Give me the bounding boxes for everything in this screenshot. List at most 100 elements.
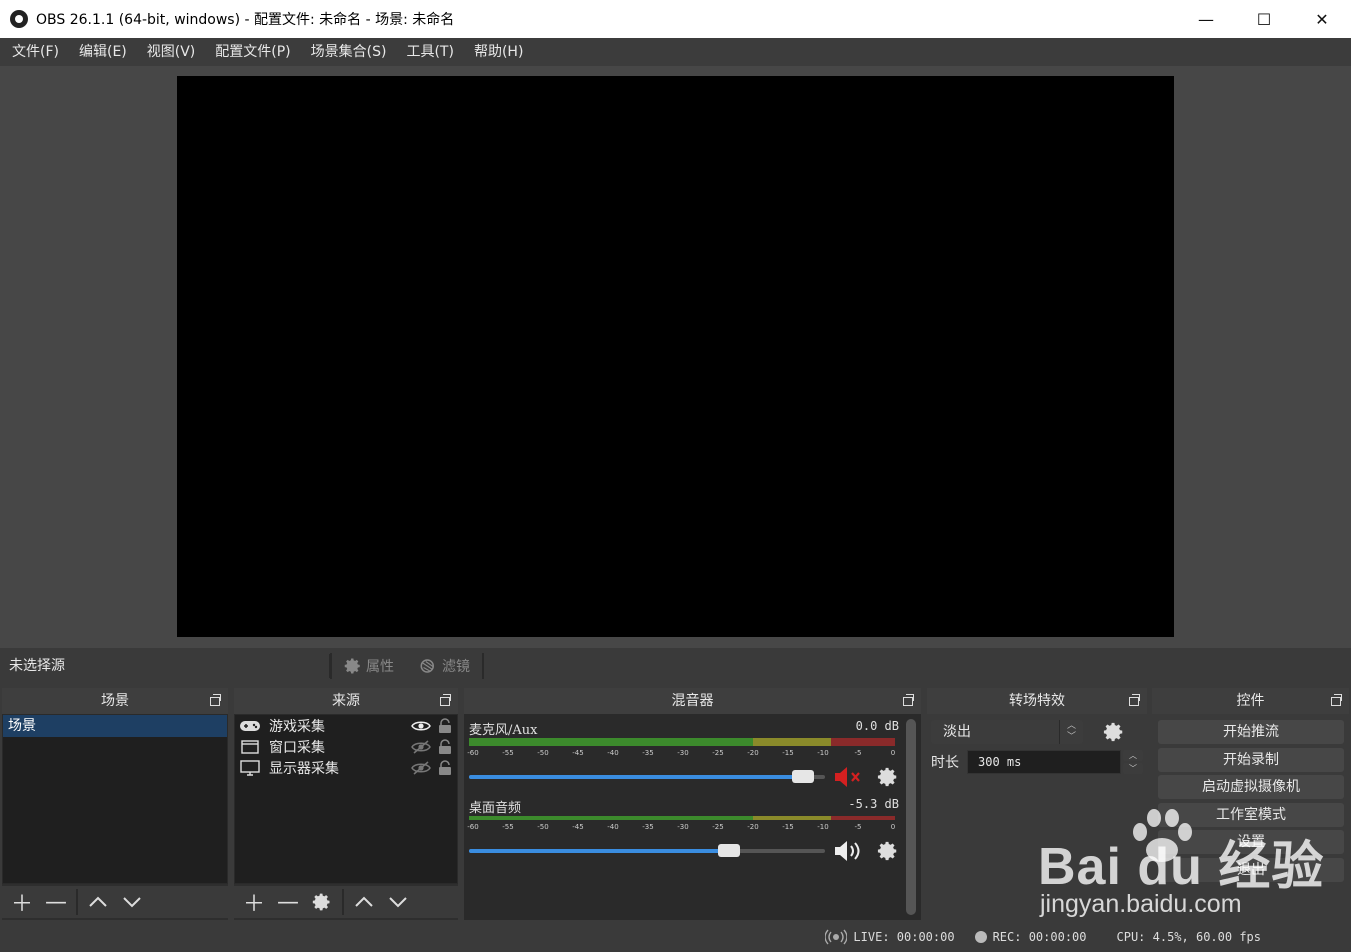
move-scene-up-button[interactable]: [84, 888, 112, 916]
maximize-button[interactable]: ☐: [1235, 0, 1293, 38]
gear-icon[interactable]: [1103, 721, 1125, 743]
preview-canvas[interactable]: [177, 76, 1174, 637]
meter-tick-label: -40: [607, 823, 619, 831]
duration-input[interactable]: 300 ms: [967, 750, 1121, 774]
gamepad-icon: [239, 718, 261, 734]
gear-icon: [344, 658, 360, 674]
scenes-footer: ＋ —: [2, 886, 228, 918]
filter-icon: [420, 659, 434, 673]
exit-button[interactable]: 退出: [1158, 858, 1344, 882]
meter-tick-label: -35: [642, 823, 654, 831]
meter-tick-label: -10: [817, 823, 829, 831]
lock-icon[interactable]: [433, 738, 457, 755]
muted-speaker-icon[interactable]: [833, 764, 865, 790]
meter-tick-label: 0: [890, 823, 896, 831]
undock-icon[interactable]: [903, 694, 914, 706]
preview-area: [0, 66, 1351, 648]
studio-mode-button[interactable]: 工作室模式: [1158, 803, 1344, 827]
menu-help[interactable]: 帮助(H): [464, 38, 533, 66]
meter-ticks: -60 -55 -50 -45 -40 -35 -30 -25 -20 -15 -10 -5 0: [467, 746, 905, 760]
cpu-fps-readout: CPU: 4.5%, 60.00 fps: [1116, 930, 1262, 944]
undock-icon[interactable]: [1129, 694, 1140, 706]
volume-slider[interactable]: [469, 838, 905, 864]
obs-logo-icon: [10, 10, 28, 28]
stepper-down-icon[interactable]: ﹀: [1123, 763, 1143, 774]
controls-dock-header: 控件: [1152, 688, 1349, 714]
eye-icon[interactable]: [409, 720, 433, 732]
eye-hidden-icon[interactable]: [409, 760, 433, 775]
source-item-window-capture[interactable]: 窗口采集: [235, 736, 457, 757]
monitor-icon: [239, 759, 261, 776]
volume-slider[interactable]: [469, 764, 905, 790]
start-streaming-button[interactable]: 开始推流: [1158, 720, 1344, 744]
meter-tick-label: -5: [854, 823, 862, 831]
sources-dock: 来源 游戏采集 窗口采集 显示器采集 ＋ —: [234, 688, 458, 920]
menu-profile[interactable]: 配置文件(P): [205, 38, 300, 66]
menu-file[interactable]: 文件(F): [2, 38, 69, 66]
eye-hidden-icon[interactable]: [409, 739, 433, 754]
mixer-body: 麦克风/Aux 0.0 dB -60 -55 -50 -45 -40 -35 -30 -25 -2…: [464, 714, 921, 920]
remove-scene-button[interactable]: —: [42, 888, 70, 916]
undock-icon[interactable]: [210, 694, 221, 706]
undock-icon[interactable]: [1331, 694, 1342, 706]
meter-ticks: -60 -55 -50 -45 -40 -35 -30 -25 -20 -15 -10 -5 0: [467, 820, 905, 834]
menu-edit[interactable]: 编辑(E): [69, 38, 137, 66]
settings-button[interactable]: 设置: [1158, 830, 1344, 854]
source-properties-button[interactable]: [308, 888, 336, 916]
add-source-button[interactable]: ＋: [240, 888, 268, 917]
minimize-button[interactable]: —: [1177, 0, 1235, 38]
mixer-dock: 混音器 麦克风/Aux 0.0 dB -60 -55 -50 -45 -40 -35 -30-…: [464, 688, 921, 920]
gear-icon[interactable]: [877, 840, 899, 862]
move-source-up-button[interactable]: [350, 888, 378, 916]
mixer-channel-desktop: 桌面音频 -5.3 dB -60 -55 -50 -45 -40 -35 -30 -25 -20-…: [467, 797, 905, 864]
meter-tick-label: -30: [677, 749, 689, 757]
scene-item[interactable]: 场景: [3, 715, 227, 737]
duration-row: 时长 300 ms ︿ ﹀: [931, 750, 1143, 774]
slider-thumb[interactable]: [718, 844, 740, 857]
meter-tick-label: -55: [502, 749, 514, 757]
remove-source-button[interactable]: —: [274, 888, 302, 916]
add-scene-button[interactable]: ＋: [8, 888, 36, 917]
close-button[interactable]: ✕: [1293, 0, 1351, 38]
source-item-display-capture[interactable]: 显示器采集: [235, 757, 457, 778]
sources-dock-header: 来源: [234, 688, 458, 714]
gear-icon[interactable]: [877, 766, 899, 788]
move-scene-down-button[interactable]: [118, 888, 146, 916]
chevron-up-icon: [355, 896, 373, 907]
start-recording-button[interactable]: 开始录制: [1158, 748, 1344, 772]
chevron-down-icon: [389, 897, 407, 908]
lock-icon[interactable]: [433, 759, 457, 776]
speaker-icon[interactable]: [833, 838, 865, 864]
menu-bar: 文件(F) 编辑(E) 视图(V) 配置文件(P) 场景集合(S) 工具(T) …: [0, 38, 1351, 66]
transitions-dock-header: 转场特效: [927, 688, 1147, 714]
footer-separator: [76, 889, 78, 915]
footer-separator: [342, 889, 344, 915]
mixer-scrollbar[interactable]: [906, 719, 916, 915]
scenes-dock-title: 场景: [101, 693, 129, 709]
gear-icon: [312, 893, 330, 911]
duration-label: 时长: [931, 755, 959, 771]
move-source-down-button[interactable]: [384, 888, 412, 916]
scenes-dock-header: 场景: [2, 688, 228, 714]
undock-icon[interactable]: [440, 694, 451, 706]
menu-view[interactable]: 视图(V): [137, 38, 206, 66]
filters-button[interactable]: 滤镜: [406, 656, 482, 676]
duration-stepper[interactable]: ︿ ﹀: [1123, 750, 1143, 774]
slider-thumb[interactable]: [792, 770, 814, 783]
source-item-game-capture[interactable]: 游戏采集: [235, 715, 457, 736]
window-icon: [239, 739, 261, 755]
source-name: 窗口采集: [269, 739, 325, 756]
transition-select[interactable]: 淡出 ︿ ﹀: [931, 720, 1083, 744]
start-virtual-camera-button[interactable]: 启动虚拟摄像机: [1158, 775, 1344, 799]
meter-tick-label: -15: [782, 823, 794, 831]
live-timer: LIVE: 00:00:00: [853, 930, 955, 944]
lock-icon[interactable]: [433, 717, 457, 734]
menu-scene-collection[interactable]: 场景集合(S): [301, 38, 397, 66]
meter-tick-label: -20: [747, 823, 759, 831]
toolbar-separator: [482, 653, 484, 679]
properties-button[interactable]: 属性: [332, 656, 406, 676]
record-dot-icon: [974, 931, 987, 943]
stepper-up-icon[interactable]: ︿: [1123, 750, 1143, 761]
menu-tools[interactable]: 工具(T): [396, 38, 463, 66]
chevron-updown-icon: ︿ ﹀: [1059, 720, 1083, 744]
